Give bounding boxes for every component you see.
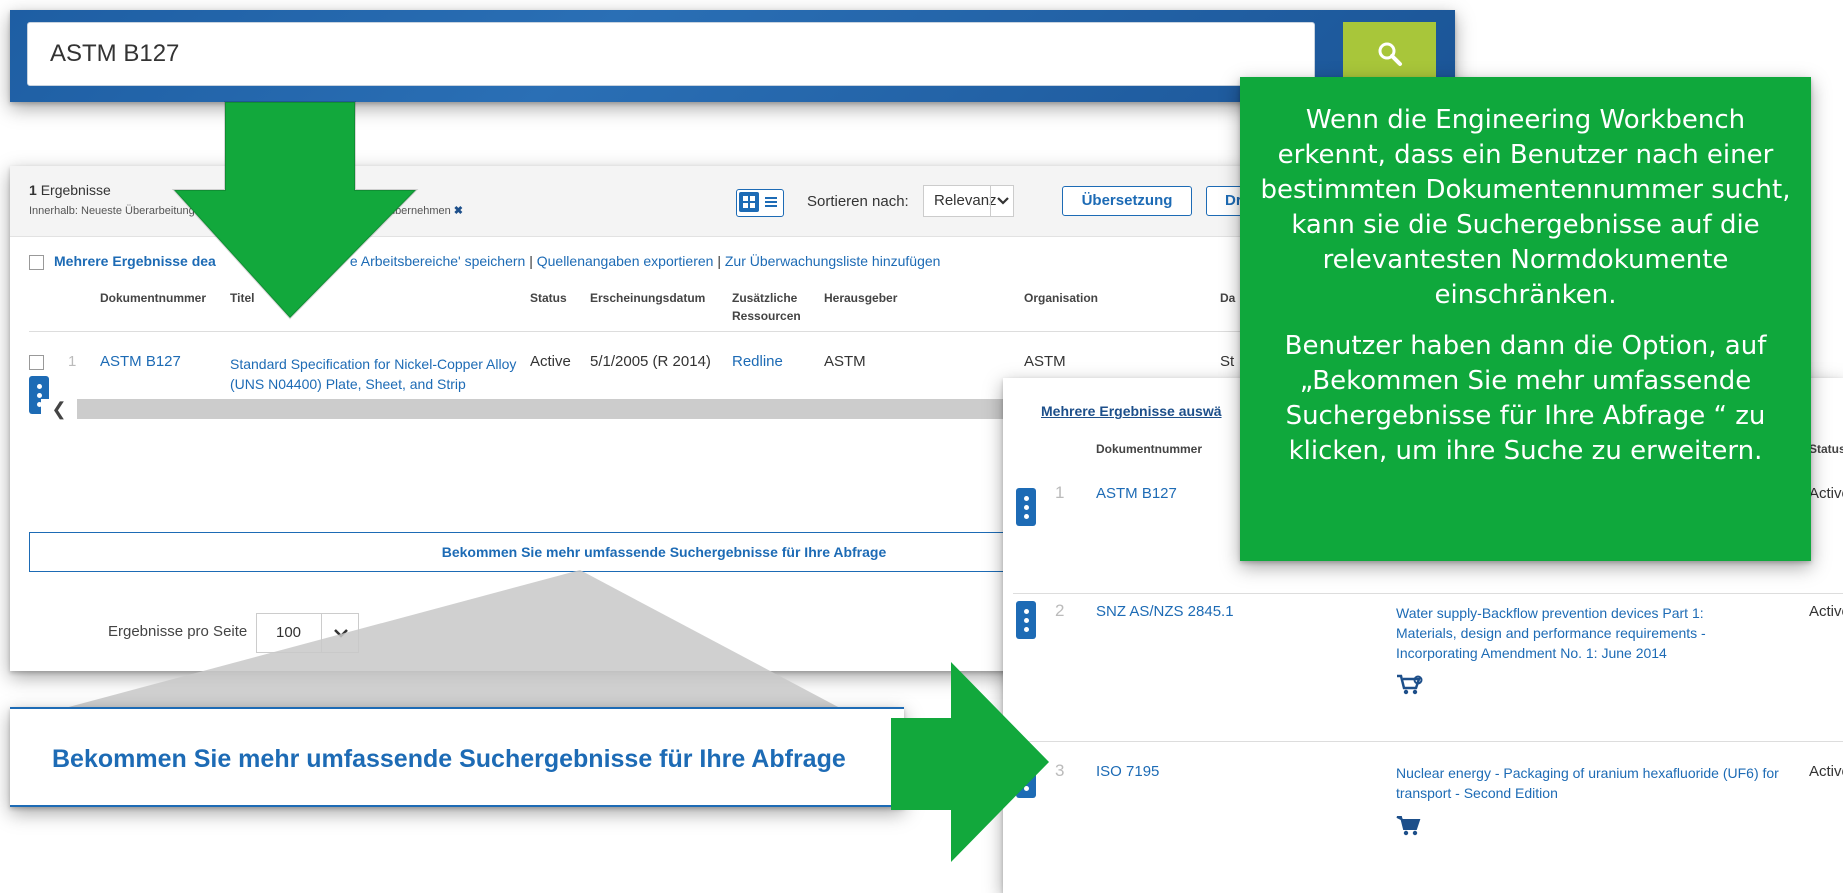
row-menu-icon[interactable] [1016,488,1036,526]
zoomed-button-label: Bekommen Sie mehr umfassende Suchergebni… [52,745,846,773]
row-status: Active [1809,763,1843,780]
column-publisher[interactable]: Herausgeber [824,289,897,307]
callout-paragraph-1: Wenn die Engineering Workbench erkennt, … [1260,105,1791,310]
remove-filter-icon[interactable]: ✖ [454,205,463,217]
row-title[interactable]: Nuclear energy - Packaging of uranium he… [1396,763,1796,803]
search-bar: ASTM B127 [10,10,1455,102]
arrow-down-icon [171,101,419,320]
divider [1013,741,1843,742]
column-status[interactable]: Status [530,289,567,307]
row-status: Active [1809,603,1843,620]
row-index: 1 [1055,483,1065,502]
column-doc-number[interactable]: Dokumentnummer [1096,440,1202,458]
translate-button[interactable]: Übersetzung [1062,186,1192,216]
row-doc-number[interactable]: ISO 7195 [1096,763,1159,780]
row-checkbox[interactable] [29,354,54,372]
cart-search-icon[interactable] [1396,674,1424,701]
row-organization: ASTM [1024,353,1066,370]
row-index: 3 [1055,761,1065,780]
per-page-select[interactable]: 100 [256,613,359,653]
row-status: Active [530,353,571,370]
column-organization[interactable]: Organisation [1024,289,1098,307]
row-index: 1 [68,353,77,370]
row-trailing: St [1220,353,1235,370]
row-publisher: ASTM [824,353,866,370]
column-status[interactable]: Status [1809,440,1843,458]
grid-view-icon[interactable] [739,192,759,212]
column-date[interactable]: Erscheinungsdatum [590,289,705,307]
row-doc-number[interactable]: ASTM B127 [1096,485,1177,502]
results-count: 1 Ergebnisse [29,182,111,198]
select-multiple-link[interactable]: Mehrere Ergebnisse auswä [1041,403,1222,419]
search-input[interactable]: ASTM B127 [27,22,1315,86]
row-status: Active [1809,485,1843,502]
chevron-down-icon [321,614,359,652]
cart-icon[interactable] [1396,815,1422,842]
row-redline-link[interactable]: Redline [732,352,783,372]
chevron-down-icon [990,186,1015,216]
select-all-checkbox[interactable] [29,254,44,270]
list-view-icon[interactable] [761,192,781,212]
row-menu-icon[interactable] [1016,601,1036,639]
chevron-left-icon[interactable]: ❮ [41,399,77,419]
info-callout: Wenn die Engineering Workbench erkennt, … [1240,77,1811,561]
divider [29,331,1299,332]
search-icon [1378,42,1402,66]
column-resources[interactable]: Zusätzliche Ressourcen [732,289,801,325]
divider [1013,593,1843,594]
view-toggle[interactable] [736,189,784,217]
per-page-label: Ergebnisse pro Seite [108,623,248,640]
arrow-right-icon [891,662,1049,862]
row-doc-number[interactable]: SNZ AS/NZS 2845.1 [1096,603,1234,620]
row-doc-number[interactable]: ASTM B127 [100,352,181,372]
zoomed-more-results-button[interactable]: Bekommen Sie mehr umfassende Suchergebni… [10,707,904,807]
horizontal-scrollbar[interactable]: ❮ [41,399,1051,419]
row-index: 2 [1055,601,1065,620]
column-date-2[interactable]: Da [1220,289,1235,307]
bulk-actions: Mehrere Ergebnisse dea e Arbeitsbereiche'… [29,253,940,270]
export-citations-link[interactable]: Quellenangaben exportieren [537,253,714,269]
row-title[interactable]: Water supply-Backflow prevention devices… [1396,603,1756,663]
row-date: 5/1/2005 (R 2014) [590,353,711,370]
sort-select[interactable]: Relevanz [923,185,1014,217]
row-title[interactable]: Standard Specification for Nickel-Copper… [230,354,520,394]
callout-paragraph-2: Benutzer haben dann die Option, auf „Bek… [1284,331,1767,466]
sort-label: Sortieren nach: [807,193,909,210]
add-watchlist-link[interactable]: Zur Überwachungsliste hinzufügen [725,253,941,269]
